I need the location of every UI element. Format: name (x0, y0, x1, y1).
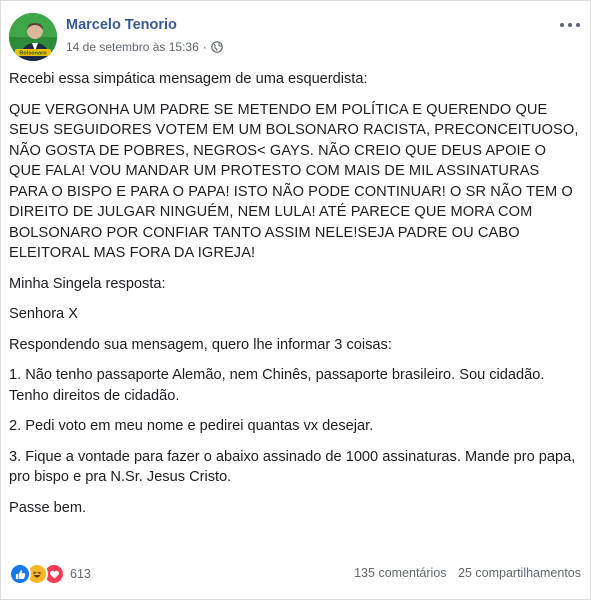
post-header: Bolsonaro Marcelo Tenorio 14 de setembro… (9, 13, 584, 61)
post-paragraph: Passe bem. (9, 499, 87, 516)
globe-icon[interactable] (210, 41, 223, 53)
post-footer: 613 135 comentários 25 compartilhamentos (9, 563, 581, 585)
quoted-message: QUE VERGONHA UM PADRE SE METENDO EM POLÍ… (9, 101, 579, 262)
post-paragraph: Minha Singela resposta: (9, 275, 166, 292)
shares-link[interactable]: 25 compartilhamentos (458, 566, 581, 580)
post-paragraph: Senhora X (9, 306, 78, 322)
avatar[interactable]: Bolsonaro (9, 13, 57, 61)
reactions-summary[interactable]: 613 (9, 563, 91, 585)
reaction-count: 613 (70, 567, 91, 581)
meta-separator: · (202, 40, 207, 54)
engagement-stats: 135 comentários 25 compartilhamentos (354, 566, 581, 580)
post-body: Recebi essa simpática mensagem de uma es… (9, 69, 581, 528)
post-paragraph: Respondendo sua mensagem, quero lhe info… (9, 336, 392, 353)
avatar-label: Bolsonaro (19, 51, 47, 57)
comments-link[interactable]: 135 comentários (354, 566, 446, 580)
facebook-post: Bolsonaro Marcelo Tenorio 14 de setembro… (0, 0, 591, 600)
avatar-image: Bolsonaro (9, 13, 57, 61)
post-paragraph: 3. Fique a vontade para fazer o abaixo a… (9, 448, 576, 486)
more-options-icon[interactable] (560, 19, 580, 31)
post-paragraph: Recebi essa simpática mensagem de uma es… (9, 71, 368, 87)
author-name[interactable]: Marcelo Tenorio (66, 17, 177, 33)
like-icon (9, 563, 31, 585)
post-timestamp[interactable]: 14 de setembro às 15:36 (66, 40, 199, 54)
post-paragraph: 1. Não tenho passaporte Alemão, nem Chin… (9, 367, 545, 404)
post-meta: 14 de setembro às 15:36 · (66, 40, 223, 54)
post-paragraph: 2. Pedi voto em meu nome e pedirei quant… (9, 418, 374, 434)
